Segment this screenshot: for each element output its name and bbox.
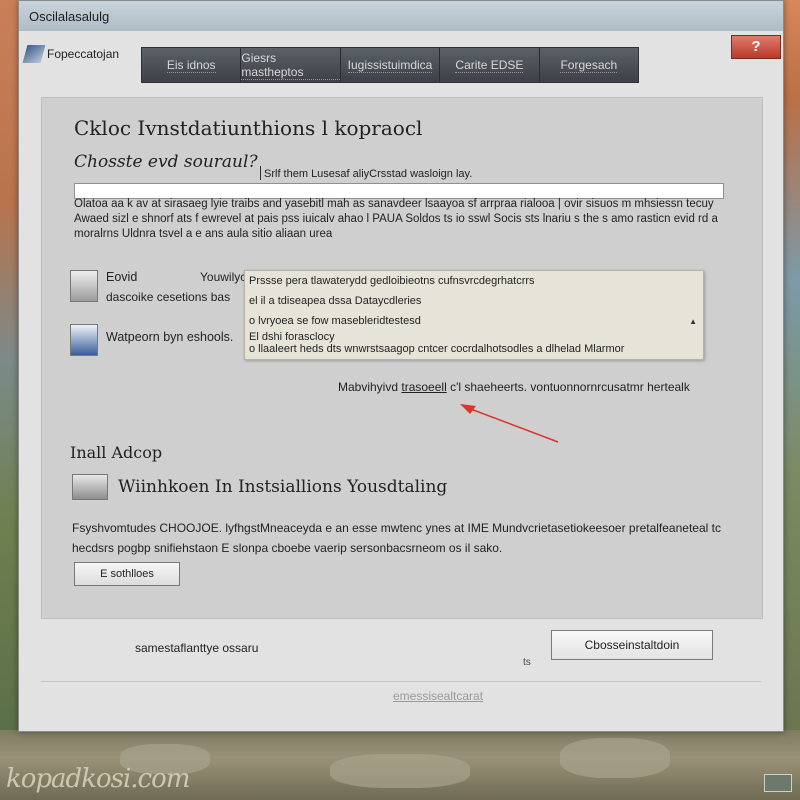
dropdown-item[interactable]: Prssse pera tlawaterydd gedloibieotns cu…: [249, 275, 535, 287]
tab-1[interactable]: Eis idnos: [142, 48, 242, 82]
rock-decoration: [560, 738, 670, 778]
help-close-button[interactable]: ?: [731, 35, 781, 59]
option-local-sub: dascoike cesetions bas: [106, 290, 231, 304]
desktop-watermark: kopadkosi.com: [6, 764, 190, 794]
source-description: Olatoa aa k av at sirasaeg lyie traibs a…: [74, 198, 718, 240]
tab-label: Carite EDSE: [455, 57, 524, 73]
dropdown-item[interactable]: o lvryoea se fow masebleridtestesd: [249, 315, 421, 327]
tab-5[interactable]: Forgesach: [540, 48, 638, 82]
dropdown-item[interactable]: El dshi forasclocy: [249, 331, 335, 343]
red-annotation-arrow-icon: [460, 404, 559, 443]
footer-mini-text: ts: [523, 657, 531, 668]
option-web[interactable]: Watpeorn byn eshools.: [70, 324, 233, 356]
installer-package-icon: [72, 474, 108, 500]
dropdown-label: Youwilyc: [200, 270, 247, 284]
title-bar[interactable]: Oscilalasalulg: [19, 1, 783, 31]
source-dropdown-list[interactable]: Prssse pera tlawaterydd gedloibieotns cu…: [244, 270, 704, 360]
window-title: Oscilalasalulg: [29, 9, 110, 24]
link-prefix: Mabvihyivd: [338, 380, 399, 394]
choose-installation-button[interactable]: Cbosseinstaltdoin: [551, 630, 713, 660]
drive-icon: [70, 270, 98, 302]
install-description: Fsyshvomtudes CHOOJOE. lyfhgstMneaceyda …: [72, 521, 721, 555]
app-logo: Fopeccatojan: [22, 43, 125, 65]
tab-4[interactable]: Carite EDSE: [440, 48, 540, 82]
tab-label: Eis idnos: [166, 57, 216, 73]
tab-label: Iugissistuimdica: [347, 57, 433, 73]
option-web-label: Watpeorn byn eshools.: [106, 330, 234, 344]
tab-3[interactable]: Iugissistuimdica: [341, 48, 441, 82]
footer-divider: [41, 681, 761, 682]
install-section-title: Inall Adcop: [70, 443, 163, 462]
dropdown-arrow-icon[interactable]: ▲: [689, 317, 697, 326]
footer-link[interactable]: emessisealtcarat: [393, 689, 483, 703]
content-panel: Ckloc Ivnstdatiunthions l kopraocl Choss…: [41, 97, 763, 619]
source-hint: Srlf them Lusesaf aliyCrsstad wasloign l…: [259, 166, 473, 180]
installer-window: Oscilalasalulg ? Fopeccatojan Eis idnos …: [18, 0, 784, 732]
dropdown-item[interactable]: o llaaleert heds dts wnwrstsaagop cntcer…: [249, 343, 624, 355]
more-info-link[interactable]: trasoeell: [401, 380, 446, 394]
install-option[interactable]: Wiinhkoen In Instsiallions Yousdtaling: [72, 474, 447, 500]
section-title-source: Chosste evd souraul?: [74, 152, 258, 172]
more-info-line: Mabvihyivd trasoeell c'l shaeheerts. von…: [338, 380, 690, 394]
footer-note: samestaflanttye ossaru: [135, 641, 259, 655]
tab-label: Forgesach: [560, 57, 618, 73]
page-title: Ckloc Ivnstdatiunthions l kopraocl: [74, 116, 423, 140]
settings-button[interactable]: E sothlloes: [74, 562, 180, 586]
install-option-label: Wiinhkoen In Instsiallions Yousdtaling: [118, 477, 448, 497]
tab-label: Giesrs mastheptos: [241, 51, 340, 80]
document-icon: [70, 324, 98, 356]
tray-icon[interactable]: [764, 774, 792, 792]
link-suffix: c'l shaeheerts. vontuonnornrcusatmr hert…: [450, 380, 690, 394]
rock-decoration: [330, 754, 470, 788]
app-name: Fopeccatojan: [47, 47, 120, 61]
dropdown-item[interactable]: el il a tdiseapea dssa Dataycdleries: [249, 295, 421, 307]
top-navigation: Eis idnos Giesrs mastheptos Iugissistuim…: [141, 47, 639, 83]
logo-icon: [22, 45, 46, 63]
tab-2[interactable]: Giesrs mastheptos: [241, 48, 341, 82]
